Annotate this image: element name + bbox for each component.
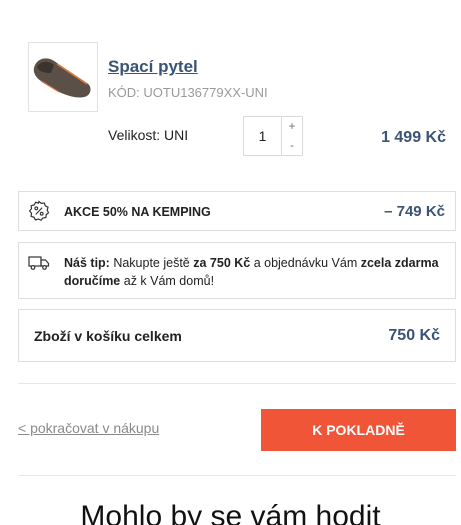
product-name-link[interactable]: Spací pytel [108,57,198,77]
cart-item: Spací pytel KÓD: UOTU136779XX-UNI Veliko… [28,42,448,162]
cart-total-value: 750 Kč [388,327,440,344]
promo-label: AKCE 50% NA KEMPING [64,205,211,219]
checkout-button[interactable]: K POKLADNĚ [261,409,456,451]
quantity-stepper: 1 + - [243,116,303,156]
quantity-increase-button[interactable]: + [282,117,302,136]
truck-icon [28,256,50,270]
tip-text: Náš tip: Nakupte ještě za 750 Kč a objed… [64,254,444,290]
tip-amount: za 750 Kč [193,256,251,270]
continue-shopping-link[interactable]: < pokračovat v nákupu [18,420,159,436]
tip-part-2: a objednávku Vám [250,256,361,270]
quantity-decrease-button[interactable]: - [282,136,302,155]
suggestions-heading: Mohlo by se vám hodit [80,500,381,525]
promo-discount-row: AKCE 50% NA KEMPING – 749 Kč [18,191,456,231]
product-thumbnail[interactable] [28,42,98,112]
product-price: 1 499 Kč [381,129,446,146]
promo-discount-value: – 749 Kč [384,203,445,220]
sleeping-bag-image [33,58,91,98]
product-code: KÓD: UOTU136779XX-UNI [108,85,268,100]
divider [18,383,456,384]
percent-badge-icon [28,200,50,222]
cart-total-label: Zboží v košíku celkem [34,328,182,344]
tip-prefix: Náš tip: [64,256,110,270]
product-size: Velikost: UNI [108,127,189,143]
tip-part-1: Nakupte ještě [109,256,194,270]
divider [18,475,456,476]
free-shipping-tip: Náš tip: Nakupte ještě za 750 Kč a objed… [18,242,456,299]
tip-part-3: až k Vám domů! [120,274,215,288]
cart-total-row: Zboží v košíku celkem 750 Kč [18,309,456,362]
quantity-input[interactable]: 1 [244,117,282,155]
